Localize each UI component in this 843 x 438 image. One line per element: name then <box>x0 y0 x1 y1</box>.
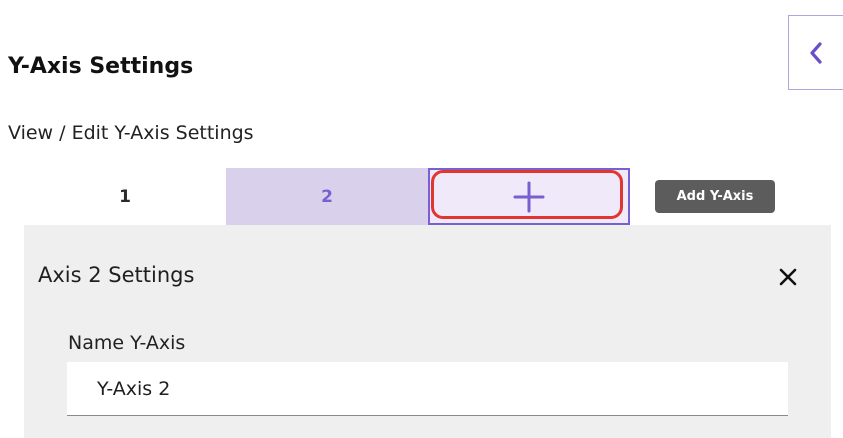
add-y-axis-tooltip: Add Y-Axis <box>655 180 775 213</box>
add-y-axis-button[interactable] <box>428 168 630 225</box>
axis-settings-card: Axis 2 Settings Name Y-Axis <box>24 225 831 438</box>
axis-settings-title: Axis 2 Settings <box>38 263 195 287</box>
collapse-panel-button[interactable] <box>788 15 843 90</box>
close-axis-button[interactable] <box>772 261 804 293</box>
panel-title: Y-Axis Settings <box>8 54 194 79</box>
y-axis-settings-panel: Y-Axis Settings View / Edit Y-Axis Setti… <box>0 0 843 438</box>
close-icon <box>779 268 797 286</box>
plus-icon <box>513 181 545 212</box>
tab-axis-2[interactable]: 2 <box>226 168 428 225</box>
panel-subtitle: View / Edit Y-Axis Settings <box>8 122 254 144</box>
tab-axis-1[interactable]: 1 <box>24 168 226 225</box>
y-axis-tabs: 1 2 <box>24 168 634 225</box>
name-y-axis-input[interactable] <box>67 362 788 416</box>
tab-label: 2 <box>321 186 333 207</box>
chevron-left-icon <box>810 41 822 64</box>
tab-label: 1 <box>119 186 131 207</box>
name-y-axis-label: Name Y-Axis <box>68 332 186 354</box>
